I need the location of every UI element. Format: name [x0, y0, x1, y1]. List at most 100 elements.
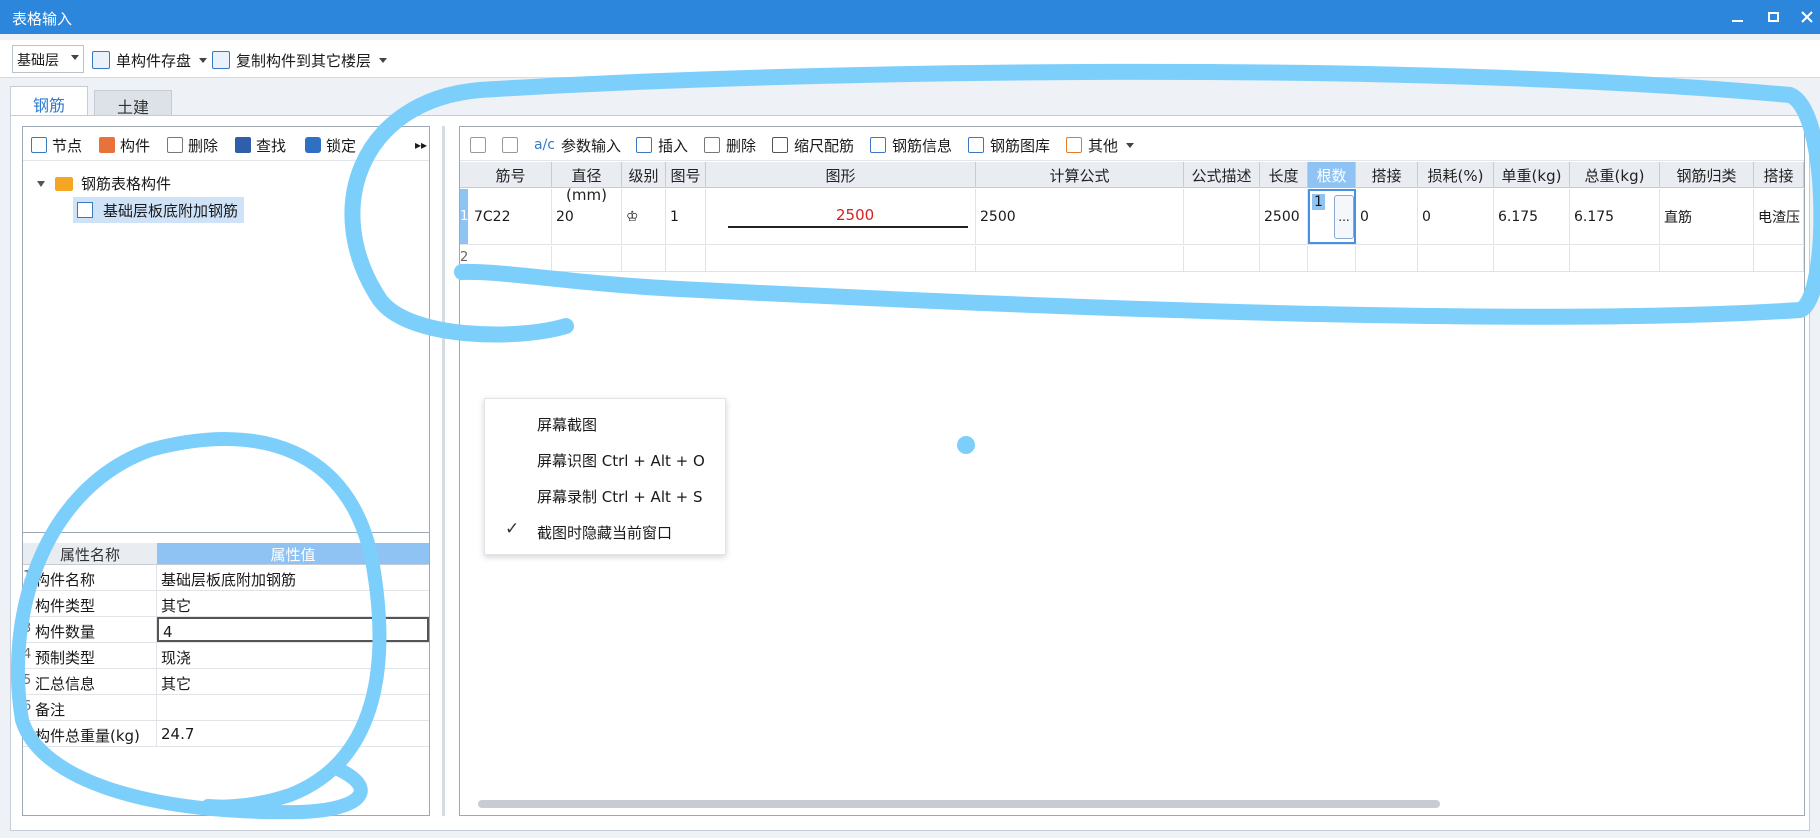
cell-lap[interactable] — [1356, 246, 1418, 271]
expand-toolbar-icon[interactable]: ▸▸ — [415, 135, 427, 155]
col-total-weight[interactable]: 总重(kg) — [1570, 162, 1660, 188]
cell-category[interactable] — [1660, 246, 1754, 271]
prop-value[interactable]: 其它 — [157, 669, 429, 694]
prop-row[interactable]: 7 构件总重量(kg) 24.7 — [23, 721, 429, 747]
tree-item-selected[interactable]: 基础层板底附加钢筋 — [73, 197, 245, 223]
prop-value[interactable]: 其它 — [157, 591, 429, 616]
prop-value[interactable]: 基础层板底附加钢筋 — [157, 565, 429, 590]
tab-civil[interactable]: 土建 — [94, 90, 172, 117]
cell-lap-type[interactable] — [1754, 246, 1804, 271]
horizontal-scrollbar[interactable] — [478, 800, 1440, 808]
cell-formula-desc[interactable] — [1184, 246, 1260, 271]
component-button[interactable]: 构件 — [99, 135, 150, 155]
tab-rebar[interactable]: 钢筋 — [10, 86, 88, 116]
cell-total-weight[interactable] — [1570, 246, 1660, 271]
cell-diameter[interactable]: 20 — [552, 189, 622, 244]
cell-lap[interactable]: 0 — [1356, 189, 1418, 244]
save-component-button[interactable]: 单构件存盘 — [92, 49, 208, 71]
props-header-name: 属性名称 — [23, 543, 157, 564]
move-down-button[interactable] — [502, 135, 524, 155]
scale-rebar-button[interactable]: 缩尺配筋 — [772, 135, 854, 155]
cell-shape-no[interactable] — [666, 246, 706, 271]
node-button[interactable]: 节点 — [31, 135, 82, 155]
count-value[interactable]: 1 — [1312, 194, 1325, 210]
prop-value[interactable]: 现浇 — [157, 643, 429, 668]
cell-diameter[interactable] — [552, 246, 622, 271]
cell-shape-no[interactable]: 1 — [666, 189, 706, 244]
col-bar-no[interactable]: 筋号 — [470, 162, 552, 188]
cell-total-weight[interactable]: 6.175 — [1570, 189, 1660, 244]
cell-loss[interactable] — [1418, 246, 1494, 271]
prop-row[interactable]: 1 构件名称 基础层板底附加钢筋 — [23, 565, 429, 591]
cell-loss[interactable]: 0 — [1418, 189, 1494, 244]
menu-item-screen-record[interactable]: 屏幕录制 Ctrl + Alt + S — [537, 486, 703, 507]
rebar-library-button[interactable]: 钢筋图库 — [968, 135, 1050, 155]
col-count[interactable]: 根数 — [1308, 162, 1356, 188]
table-row[interactable]: 2 — [460, 246, 1804, 272]
cell-lap-type[interactable]: 电渣压 — [1754, 189, 1804, 244]
rebar-info-button[interactable]: 钢筋信息 — [870, 135, 952, 155]
prop-row[interactable]: 2 构件类型 其它 — [23, 591, 429, 617]
prop-value-input[interactable]: 4 — [157, 617, 429, 642]
cell-bar-no[interactable]: 7C22 — [470, 189, 552, 244]
delete-button[interactable]: 删除 — [167, 135, 218, 155]
find-button[interactable]: 查找 — [235, 135, 286, 155]
delete-row-button[interactable]: 删除 — [704, 135, 756, 155]
expand-triangle-icon[interactable] — [37, 180, 45, 187]
col-formula-desc[interactable]: 公式描述 — [1184, 162, 1260, 188]
cell-count[interactable]: 1 ... — [1308, 189, 1356, 244]
prop-row[interactable]: 5 汇总信息 其它 — [23, 669, 429, 695]
col-formula[interactable]: 计算公式 — [976, 162, 1184, 188]
insert-button[interactable]: 插入 — [636, 135, 688, 155]
col-shape-no[interactable]: 图号 — [666, 162, 706, 188]
minimize-icon[interactable] — [1722, 4, 1752, 30]
close-icon[interactable] — [1792, 4, 1820, 30]
col-lap[interactable]: 搭接 — [1356, 162, 1418, 188]
cell-grade[interactable]: ♔ — [622, 189, 666, 244]
col-length[interactable]: 长度 — [1260, 162, 1308, 188]
maximize-icon[interactable] — [1758, 4, 1788, 30]
count-picker-button[interactable]: ... — [1334, 195, 1354, 239]
cell-count[interactable] — [1308, 246, 1356, 271]
prop-row-num: 5 — [23, 673, 32, 688]
cell-length[interactable]: 2500 — [1260, 189, 1308, 244]
copy-to-floor-button[interactable]: 复制构件到其它楼层 — [212, 49, 388, 71]
cell-shape[interactable] — [706, 246, 976, 271]
other-button[interactable]: 其他 — [1066, 135, 1135, 155]
shape-length-label: 2500 — [836, 206, 875, 224]
param-input-button[interactable]: a/c 参数输入 — [534, 135, 621, 155]
col-category[interactable]: 钢筋归类 — [1660, 162, 1754, 188]
cell-formula[interactable] — [976, 246, 1184, 271]
table-row[interactable]: 1 7C22 20 ♔ 1 2500 2500 2500 1 ... 0 0 6… — [460, 189, 1804, 245]
col-lap-type[interactable]: 搭接 — [1754, 162, 1804, 188]
prop-name: 构件总重量(kg) — [33, 721, 157, 746]
cell-category[interactable]: 直筋 — [1660, 189, 1754, 244]
move-up-button[interactable] — [470, 135, 492, 155]
lock-button[interactable]: 锁定 — [305, 135, 379, 155]
col-unit-weight[interactable]: 单重(kg) — [1494, 162, 1570, 188]
cell-bar-no[interactable] — [470, 246, 552, 271]
menu-item-screenshot[interactable]: 屏幕截图 — [537, 414, 597, 435]
menu-item-screen-ocr[interactable]: 屏幕识图 Ctrl + Alt + O — [537, 450, 705, 471]
prop-value[interactable]: 24.7 — [157, 721, 429, 746]
prop-row[interactable]: 4 预制类型 现浇 — [23, 643, 429, 669]
cell-length[interactable] — [1260, 246, 1308, 271]
col-shape[interactable]: 图形 — [706, 162, 976, 188]
cell-unit-weight[interactable] — [1494, 246, 1570, 271]
floor-select[interactable]: 基础层 — [12, 45, 84, 73]
prop-row[interactable]: 3 构件数量 4 — [23, 617, 429, 643]
cell-formula[interactable]: 2500 — [976, 189, 1184, 244]
prop-row[interactable]: 6 备注 — [23, 695, 429, 721]
tree-root[interactable]: 钢筋表格构件 — [37, 173, 171, 194]
cell-grade[interactable] — [622, 246, 666, 271]
cell-shape[interactable]: 2500 — [706, 189, 976, 244]
cell-formula-desc[interactable] — [1184, 189, 1260, 244]
col-diameter[interactable]: 直径(mm) — [552, 162, 622, 204]
panel-splitter[interactable] — [442, 126, 445, 816]
col-grade[interactable]: 级别 — [622, 162, 666, 188]
col-loss[interactable]: 损耗(%) — [1418, 162, 1494, 188]
prop-value[interactable] — [157, 695, 429, 720]
grid-header: 筋号 直径(mm) 级别 图号 图形 计算公式 公式描述 长度 根数 搭接 损耗… — [460, 162, 1804, 204]
menu-item-hide-window[interactable]: 截图时隐藏当前窗口 — [537, 522, 672, 543]
cell-unit-weight[interactable]: 6.175 — [1494, 189, 1570, 244]
